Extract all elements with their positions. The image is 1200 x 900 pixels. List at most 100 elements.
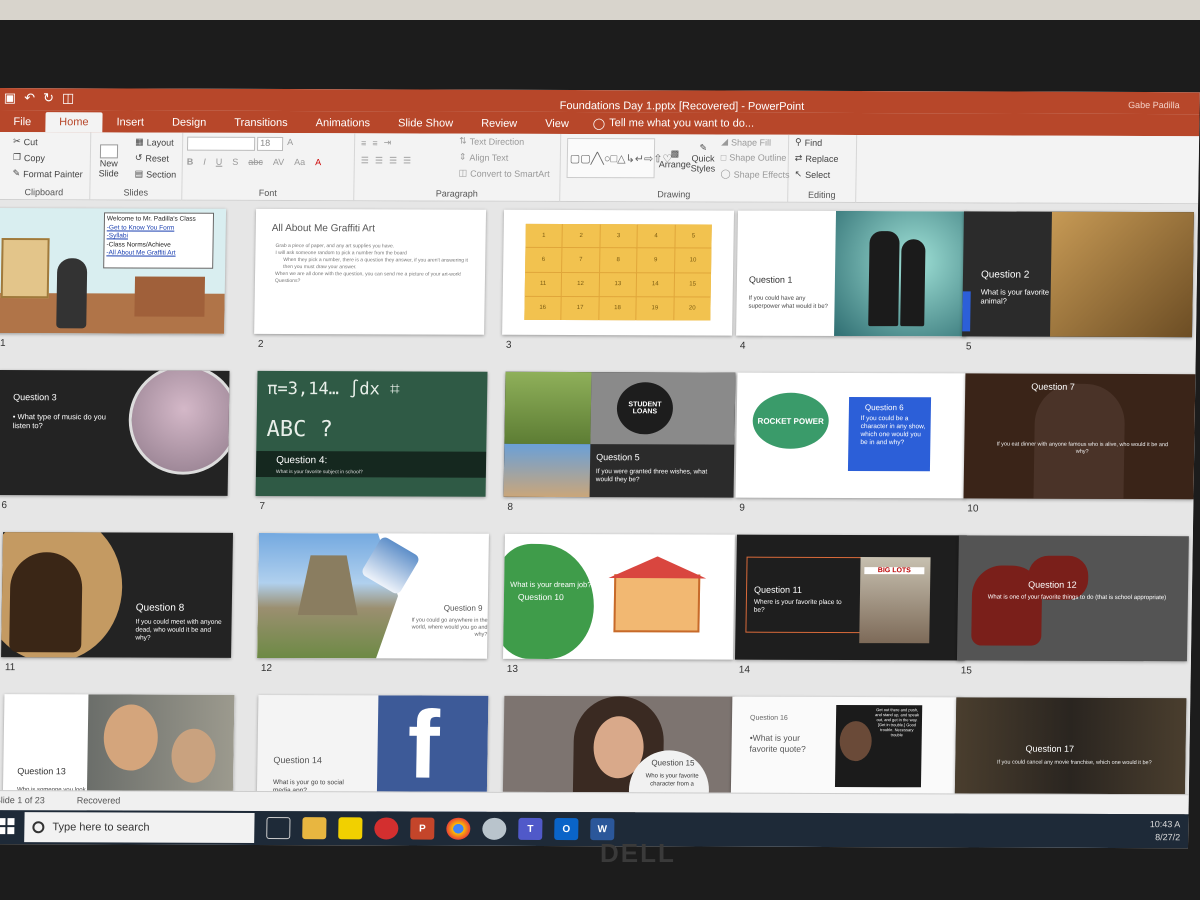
- font-color-button[interactable]: A: [315, 157, 321, 167]
- strikethrough-button[interactable]: abc: [248, 157, 263, 167]
- copy-button[interactable]: ❐ Copy: [13, 152, 45, 163]
- recovered-status: Recovered: [76, 795, 121, 806]
- bold-button[interactable]: B: [187, 157, 194, 167]
- tab-review[interactable]: Review: [467, 114, 531, 134]
- sticky-notes-icon[interactable]: [338, 817, 363, 840]
- slide-thumbnail[interactable]: All About Me Graffiti Art Grab a piece o…: [254, 208, 487, 335]
- format-painter-label: Format Painter: [23, 168, 83, 179]
- slide-thumbnail[interactable]: π=3,14… ∫dx ⌗ ABC ? Question 4: What is …: [255, 370, 488, 497]
- slide-thumbnail[interactable]: Question 12 What is one of your favorite…: [956, 535, 1189, 662]
- slide-thumbnail[interactable]: Question 1 If you could have any superpo…: [736, 210, 968, 337]
- slide-link[interactable]: -Syllabi: [107, 232, 211, 241]
- shape-effects-button[interactable]: ◯ Shape Effects: [721, 169, 790, 180]
- slide-thumbnail[interactable]: Question 3 • What type of music do you l…: [0, 370, 230, 496]
- slide-number: 8: [507, 501, 514, 513]
- outline-icon: □: [720, 152, 727, 163]
- slide-number: 10: [967, 503, 979, 515]
- strike-button[interactable]: S: [232, 157, 238, 167]
- chrome-icon[interactable]: [446, 817, 471, 840]
- outlook-icon[interactable]: O: [554, 818, 579, 841]
- slide-thumbnail[interactable]: Question 7 If you eat dinner with anyone…: [963, 373, 1196, 500]
- hero-silhouette: [868, 231, 900, 327]
- taskbar-search[interactable]: Type here to search: [24, 812, 255, 843]
- slide-body: What is your favorite subject in school?: [275, 469, 363, 476]
- powerpoint-icon[interactable]: P: [410, 817, 435, 840]
- tab-design[interactable]: Design: [158, 113, 221, 133]
- teams-icon[interactable]: T: [518, 817, 543, 840]
- format-painter-button[interactable]: ✎ Format Painter: [13, 168, 83, 179]
- shapes-gallery[interactable]: ▢▢╱╲○□△↳↵⇨⇧♡: [566, 137, 672, 179]
- shape-outline-button[interactable]: □ Shape Outline: [721, 153, 787, 163]
- italic-button[interactable]: I: [203, 157, 206, 167]
- grow-font-button[interactable]: A: [287, 137, 293, 147]
- slide-thumbnail[interactable]: STUDENT LOANS Question 5 If you were gra…: [503, 371, 736, 498]
- start-pane: [0, 818, 6, 826]
- find-label: Find: [804, 137, 823, 148]
- slide-thumbnail[interactable]: Question 2 What is your favorite animal?: [962, 211, 1194, 338]
- font-label: Font: [258, 187, 277, 198]
- find-button[interactable]: ⚲ Find: [795, 137, 822, 148]
- cut-button[interactable]: ✂ Cut: [13, 136, 38, 147]
- convert-smartart-button[interactable]: ◫ Convert to SmartArt: [459, 168, 550, 179]
- bullets-icon: ≡: [361, 137, 367, 148]
- select-button[interactable]: ↖ Select: [795, 169, 831, 180]
- save-icon[interactable]: ▣: [4, 90, 17, 106]
- system-tray[interactable]: 10:43 A 8/27/2: [1150, 818, 1181, 844]
- slide-thumbnail[interactable]: Question 8 If you could meet with anyone…: [1, 532, 233, 658]
- slide-thumbnail[interactable]: 1 2 3 4 5 6 7 8 9 10 11 12 13 14 15 16 17 18 19 20: [502, 209, 735, 336]
- slide-link[interactable]: -All About Me Graffiti Art: [106, 249, 210, 258]
- change-case-button[interactable]: Aa: [294, 157, 305, 167]
- tab-insert[interactable]: Insert: [102, 112, 158, 132]
- person-photo: [9, 552, 83, 653]
- tab-file[interactable]: File: [0, 112, 45, 132]
- file-explorer-icon[interactable]: [302, 817, 327, 840]
- user-name[interactable]: Gabe Padilla: [1128, 100, 1180, 110]
- slide-thumbnail[interactable]: ROCKET POWER Question 6 If you could be …: [735, 372, 968, 499]
- tab-home[interactable]: Home: [45, 112, 103, 133]
- tab-slide-show[interactable]: Slide Show: [384, 113, 467, 133]
- reset-button[interactable]: ↺ Reset: [135, 152, 169, 163]
- shape-fill-button[interactable]: ◢ Shape Fill: [721, 137, 771, 148]
- align-buttons[interactable]: ☰ ☰ ☰ ☰: [361, 155, 411, 166]
- redo-icon[interactable]: ↻: [43, 90, 54, 106]
- slide-title: Question 7: [1031, 381, 1075, 392]
- underline-button[interactable]: U: [216, 157, 223, 167]
- slide-thumbnail[interactable]: Welcome to Mr. Padilla's Class -Get to K…: [0, 208, 227, 334]
- slide-thumbnail[interactable]: What is your dream job? Question 10: [502, 533, 735, 660]
- layout-button[interactable]: ▦ Layout: [135, 136, 174, 147]
- font-size-input[interactable]: 18: [256, 136, 284, 151]
- slide-number: 9: [739, 502, 745, 514]
- task-view-icon[interactable]: [266, 817, 291, 840]
- section-button[interactable]: ▤ Section: [135, 168, 177, 179]
- cloud-icon[interactable]: [482, 817, 507, 840]
- stop-icon[interactable]: [374, 817, 399, 840]
- tell-me-box[interactable]: ◯ Tell me what you want to do...: [583, 113, 765, 135]
- list-buttons[interactable]: ≡ ≡ ⇥: [361, 137, 391, 148]
- font-name-input[interactable]: [187, 136, 256, 151]
- arrange-button[interactable]: ▩ Arrange: [659, 148, 691, 169]
- new-slide-button[interactable]: New Slide: [99, 144, 120, 178]
- windows-start-icon[interactable]: [0, 818, 15, 835]
- slide-title: Question 9: [443, 603, 483, 613]
- slide-thumbnail[interactable]: Question 9 If you could go anywhere in t…: [257, 532, 489, 659]
- quick-styles-button[interactable]: ✎ Quick Styles: [691, 142, 716, 173]
- grid-cell: 20: [673, 297, 711, 321]
- present-icon[interactable]: ◫: [62, 90, 75, 106]
- slide-body: •What is your favorite quote?: [749, 732, 806, 754]
- align-text-button[interactable]: ⇕ Align Text: [459, 152, 509, 163]
- arrange-icon: ▩: [670, 148, 680, 159]
- tab-animations[interactable]: Animations: [302, 113, 385, 133]
- spacing-button[interactable]: AV: [273, 157, 284, 167]
- slide-thumbnail[interactable]: BIG LOTS Question 11 Where is your favor…: [734, 534, 967, 661]
- replace-button[interactable]: ⇄ Replace: [795, 153, 839, 164]
- tab-view[interactable]: View: [531, 114, 583, 134]
- text-direction-button[interactable]: ⇅ Text Direction: [459, 136, 524, 147]
- grid-cell: 18: [599, 296, 636, 321]
- effects-icon: ◯: [720, 168, 731, 179]
- slide-link[interactable]: -Get to Know You Form: [107, 224, 211, 233]
- school-roof: [608, 556, 706, 578]
- tell-me-text: Tell me what you want to do...: [609, 117, 755, 130]
- tab-transitions[interactable]: Transitions: [220, 113, 302, 133]
- word-icon[interactable]: W: [590, 818, 615, 841]
- undo-icon[interactable]: ↶: [24, 90, 35, 106]
